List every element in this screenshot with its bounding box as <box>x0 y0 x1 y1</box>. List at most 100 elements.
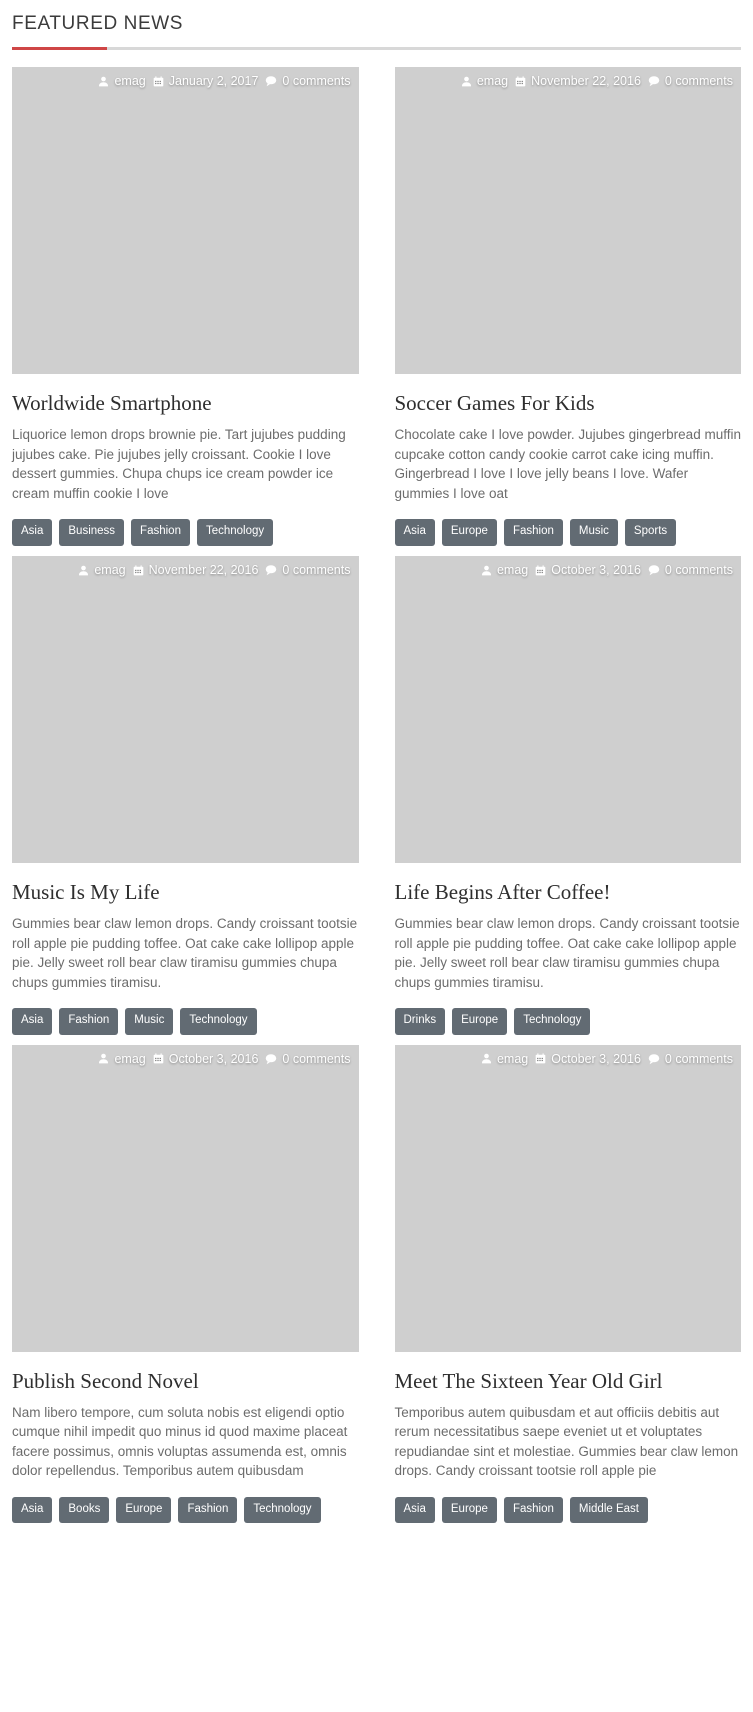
meta-author[interactable]: emag <box>461 75 508 88</box>
meta-author[interactable]: emag <box>98 74 146 88</box>
post-card[interactable]: emag <box>377 67 742 546</box>
post-tags: Asia Europe Fashion Middle East <box>394 1496 742 1524</box>
meta-comments[interactable]: 0 comments <box>265 74 351 88</box>
meta-date[interactable]: October 3, 2016 <box>535 564 641 577</box>
post-meta: emag <box>395 1051 742 1066</box>
comment-icon <box>265 564 277 576</box>
post-meta: emag <box>395 75 742 88</box>
post-tag[interactable]: Europe <box>116 1496 172 1524</box>
meta-comments-label: 0 comments <box>282 74 351 88</box>
meta-comments[interactable]: 0 comments <box>265 562 351 577</box>
calendar-icon <box>535 564 546 576</box>
featured-news-page: FEATURED NEWS emag January 2, 2017 0 com… <box>0 0 753 1533</box>
user-icon <box>481 565 492 576</box>
meta-author[interactable]: emag <box>78 562 126 577</box>
post-title[interactable]: Music Is My Life <box>12 879 359 905</box>
post-card[interactable]: emag <box>12 67 377 546</box>
post-title[interactable]: Worldwide Smartphone <box>12 390 359 416</box>
post-tag[interactable]: Music <box>569 519 618 546</box>
post-tag[interactable]: Europe <box>452 1008 508 1035</box>
post-meta: emag <box>12 1051 359 1066</box>
post-title[interactable]: Life Begins After Coffee! <box>395 879 742 905</box>
meta-date[interactable]: January 2, 2017 <box>153 75 258 88</box>
post-tag[interactable]: Europe <box>441 519 497 546</box>
post-card[interactable]: emag <box>12 555 377 1035</box>
post-tag[interactable]: Drinks <box>394 1008 446 1035</box>
post-tag[interactable]: Technology <box>244 1496 321 1524</box>
section-header: FEATURED NEWS <box>12 0 741 50</box>
meta-author-label: emag <box>114 74 146 88</box>
meta-author[interactable]: emag <box>98 1052 146 1066</box>
post-tag[interactable]: Fashion <box>503 519 563 546</box>
post-excerpt: Liquorice lemon drops brownie pie. Tart … <box>12 427 346 501</box>
meta-comments[interactable]: 0 comments <box>648 1051 733 1066</box>
post-tag[interactable]: Music <box>125 1008 174 1035</box>
meta-date-label: October 3, 2016 <box>168 1051 259 1066</box>
post-tag[interactable]: Fashion <box>59 1008 119 1035</box>
meta-comments-label: 0 comments <box>664 1051 733 1066</box>
post-thumbnail[interactable]: emag <box>12 1044 359 1352</box>
meta-date-label: October 3, 2016 <box>551 562 641 577</box>
post-excerpt: Gummies bear claw lemon drops. Candy cro… <box>12 916 358 990</box>
meta-date[interactable]: October 3, 2016 <box>535 1052 641 1066</box>
post-tag[interactable]: Technology <box>180 1008 257 1035</box>
post-card[interactable]: emag <box>377 555 742 1035</box>
user-icon <box>78 565 89 576</box>
user-icon <box>98 1053 109 1064</box>
meta-comments[interactable]: 0 comments <box>648 75 733 88</box>
post-card[interactable]: emag <box>377 1044 742 1524</box>
post-tag[interactable]: Asia <box>12 1496 53 1524</box>
post-tag[interactable]: Books <box>59 1496 110 1524</box>
meta-date[interactable]: November 22, 2016 <box>515 75 641 88</box>
post-tag[interactable]: Asia <box>12 1008 53 1035</box>
post-tag[interactable]: Fashion <box>178 1496 238 1524</box>
post-title[interactable]: Meet The Sixteen Year Old Girl <box>395 1368 742 1394</box>
post-tag[interactable]: Business <box>59 519 125 546</box>
meta-comments[interactable]: 0 comments <box>648 564 733 577</box>
post-grid: emag January 2, 2017 0 comments Worldwid… <box>12 67 741 1533</box>
post-thumbnail[interactable]: emag <box>12 67 359 374</box>
meta-author[interactable]: emag <box>481 1052 528 1066</box>
comment-icon <box>265 1053 277 1065</box>
post-meta: emag <box>12 564 359 577</box>
comment-icon <box>648 564 660 576</box>
meta-comments[interactable]: 0 comments <box>265 1052 351 1066</box>
post-tag[interactable]: Sports <box>624 519 677 546</box>
post-excerpt: Nam libero tempore, cum soluta nobis est… <box>12 1404 348 1479</box>
meta-author[interactable]: emag <box>481 564 528 577</box>
post-excerpt: Chocolate cake I love powder. Jujubes gi… <box>394 427 741 501</box>
section-underline <box>12 47 741 50</box>
post-thumbnail[interactable]: emag <box>394 67 742 374</box>
meta-author-label: emag <box>94 562 126 577</box>
post-title[interactable]: Soccer Games For Kids <box>395 390 742 416</box>
user-icon <box>461 76 472 87</box>
post-card[interactable]: emag <box>12 1044 377 1524</box>
meta-date[interactable]: November 22, 2016 <box>133 564 258 577</box>
post-tag[interactable]: Fashion <box>503 1496 563 1524</box>
post-tag[interactable]: Asia <box>12 519 53 546</box>
post-tag[interactable]: Fashion <box>131 519 190 546</box>
post-tag[interactable]: Technology <box>196 519 274 546</box>
meta-author-label: emag <box>496 562 529 577</box>
post-tag[interactable]: Asia <box>394 1496 435 1524</box>
meta-date[interactable]: October 3, 2016 <box>153 1051 259 1066</box>
post-tag[interactable]: Europe <box>441 1496 497 1524</box>
calendar-icon <box>535 1053 546 1064</box>
post-tags: Drinks Europe Technology <box>394 1008 742 1035</box>
post-thumbnail[interactable]: emag <box>12 555 359 863</box>
meta-comments-label: 0 comments <box>282 562 351 577</box>
meta-author-label: emag <box>476 74 509 88</box>
post-meta: emag <box>12 75 359 88</box>
post-thumbnail[interactable]: emag <box>394 1044 742 1352</box>
post-tag[interactable]: Asia <box>394 519 435 546</box>
post-tag[interactable]: Technology <box>514 1008 591 1035</box>
calendar-icon <box>515 76 526 87</box>
post-excerpt: Gummies bear claw lemon drops. Candy cro… <box>394 916 740 990</box>
post-title[interactable]: Publish Second Novel <box>12 1368 359 1394</box>
post-tag[interactable]: Middle East <box>569 1496 648 1524</box>
meta-date-label: November 22, 2016 <box>531 74 641 88</box>
calendar-icon <box>153 1053 164 1064</box>
calendar-icon <box>133 564 144 576</box>
post-tags: Asia Europe Fashion Music Sports <box>394 519 742 546</box>
post-thumbnail[interactable]: emag <box>394 555 741 863</box>
